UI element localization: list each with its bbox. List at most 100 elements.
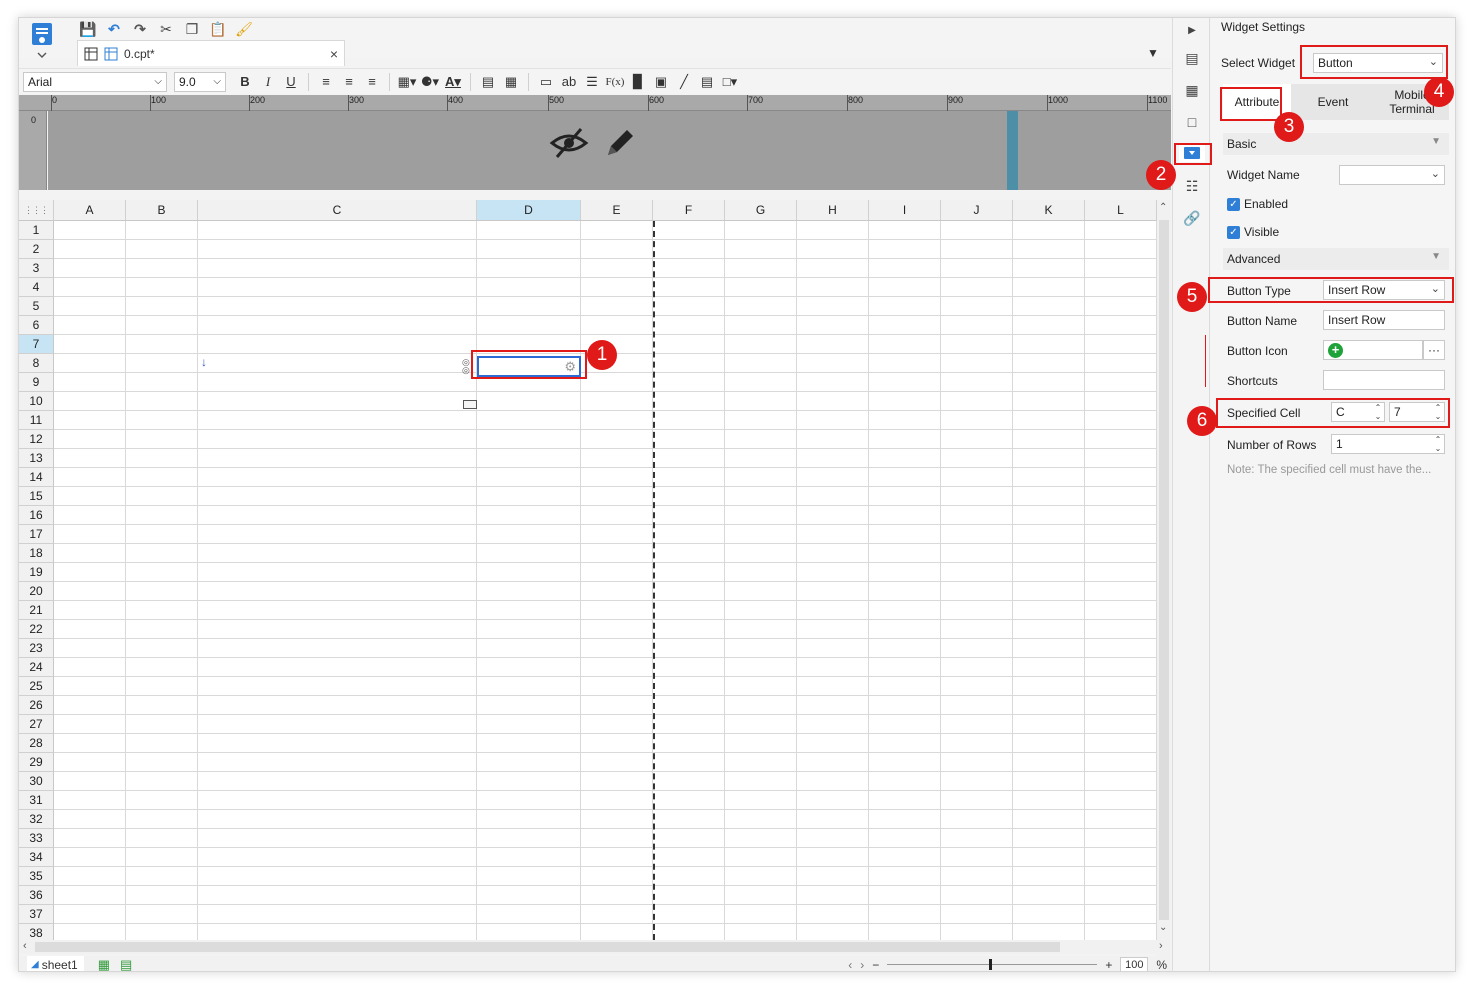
- row-header[interactable]: 3: [19, 259, 54, 278]
- paste-icon[interactable]: 📋: [207, 20, 229, 38]
- spreadsheet-grid[interactable]: ⋮⋮⋮ A B C D E F G H I J K L 1 2 3 4 5 6 7 8 9 10 11 12 13 14 15 16 1…: [19, 200, 1157, 940]
- zoom-out-button[interactable]: −: [872, 958, 879, 972]
- sheet-tab[interactable]: ◢ sheet1: [27, 956, 84, 971]
- unmerge-cells-icon[interactable]: ▦: [501, 72, 521, 92]
- header-boundary-bar[interactable]: [1007, 111, 1018, 190]
- border-icon[interactable]: ▦▾: [397, 72, 417, 92]
- zoom-slider[interactable]: [887, 959, 1098, 970]
- row-header[interactable]: 23: [19, 639, 54, 658]
- cut-icon[interactable]: ✂: [155, 20, 177, 38]
- number-of-rows-input[interactable]: 1: [1331, 434, 1445, 454]
- float-element-icon[interactable]: □▾: [720, 72, 740, 92]
- column-header[interactable]: J: [941, 200, 1013, 221]
- row-header[interactable]: 2: [19, 240, 54, 259]
- row-header[interactable]: 32: [19, 810, 54, 829]
- zoom-in-button[interactable]: +: [1105, 958, 1112, 972]
- row-header[interactable]: 1: [19, 221, 54, 240]
- redo-icon[interactable]: ↷: [129, 20, 151, 38]
- scroll-right-icon[interactable]: ›: [1159, 940, 1163, 952]
- rows-stepper[interactable]: ⌃ ⌄: [1433, 434, 1443, 454]
- row-header[interactable]: 17: [19, 525, 54, 544]
- row-header[interactable]: 9: [19, 373, 54, 392]
- format-painter-icon[interactable]: 🖌: [233, 20, 255, 38]
- basic-section-header[interactable]: Basic ▼: [1223, 133, 1449, 155]
- expand-panel-icon[interactable]: ▶: [1182, 20, 1202, 40]
- row-header[interactable]: 25: [19, 677, 54, 696]
- column-header[interactable]: F: [653, 200, 725, 221]
- text-tool-button[interactable]: ab: [559, 72, 579, 92]
- row-header[interactable]: 33: [19, 829, 54, 848]
- widget-name-dropdown[interactable]: ⌄: [1339, 165, 1445, 185]
- app-logo-icon[interactable]: [29, 21, 55, 61]
- scroll-left-icon[interactable]: ‹: [23, 940, 27, 952]
- tab-list-icon[interactable]: ▼: [1147, 46, 1159, 60]
- column-header[interactable]: I: [869, 200, 941, 221]
- bold-button[interactable]: B: [235, 72, 255, 92]
- hyperlink-icon[interactable]: 🔗: [1182, 208, 1202, 228]
- row-header[interactable]: 24: [19, 658, 54, 677]
- grid-view-icon[interactable]: [84, 47, 98, 61]
- subreport-icon[interactable]: ▤: [697, 72, 717, 92]
- row-header[interactable]: 19: [19, 563, 54, 582]
- slash-icon[interactable]: ╱: [674, 72, 694, 92]
- add-sheet-icon[interactable]: ▦: [98, 957, 110, 972]
- row-header[interactable]: 6: [19, 316, 54, 335]
- vertical-scroll-thumb[interactable]: [1159, 220, 1169, 920]
- eye-hidden-icon[interactable]: [549, 125, 589, 161]
- row-header[interactable]: 10: [19, 392, 54, 411]
- column-header[interactable]: A: [54, 200, 126, 221]
- button-icon-more-button[interactable]: ···: [1423, 340, 1445, 360]
- row-header[interactable]: 8: [19, 354, 54, 373]
- align-right-icon[interactable]: ≡: [362, 72, 382, 92]
- copy-icon[interactable]: ❐: [181, 20, 203, 38]
- merge-cells-icon[interactable]: ▤: [478, 72, 498, 92]
- shortcuts-input[interactable]: [1323, 370, 1445, 390]
- cell-attribute-icon[interactable]: ▦: [1182, 80, 1202, 100]
- page-next-icon[interactable]: ›: [860, 958, 864, 972]
- image-icon[interactable]: ▣: [651, 72, 671, 92]
- row-header[interactable]: 26: [19, 696, 54, 715]
- underline-button[interactable]: U: [281, 72, 301, 92]
- font-size-select[interactable]: 9.0 ⌵: [174, 71, 226, 92]
- row-header[interactable]: 35: [19, 867, 54, 886]
- column-header[interactable]: L: [1085, 200, 1157, 221]
- enabled-checkbox[interactable]: ✓ Enabled: [1227, 197, 1288, 211]
- row-header[interactable]: 22: [19, 620, 54, 639]
- fill-color-icon[interactable]: ⚈▾: [420, 72, 440, 92]
- column-header[interactable]: G: [725, 200, 797, 221]
- row-header[interactable]: 16: [19, 506, 54, 525]
- row-header[interactable]: 21: [19, 601, 54, 620]
- column-header[interactable]: C: [198, 200, 477, 221]
- paragraph-icon[interactable]: ☰: [582, 72, 602, 92]
- column-header[interactable]: B: [126, 200, 198, 221]
- document-tab[interactable]: 0.cpt* ×: [77, 40, 345, 66]
- column-header[interactable]: E: [581, 200, 653, 221]
- add-polysheet-icon[interactable]: ▤: [120, 957, 132, 972]
- zoom-slider-handle[interactable]: [989, 959, 993, 970]
- select-all-corner[interactable]: ⋮⋮⋮: [19, 200, 54, 221]
- row-header[interactable]: 7: [19, 335, 54, 354]
- row-header[interactable]: 36: [19, 886, 54, 905]
- condition-attribute-icon[interactable]: ☷: [1182, 176, 1202, 196]
- row-header[interactable]: 4: [19, 278, 54, 297]
- row-header[interactable]: 31: [19, 791, 54, 810]
- row-header[interactable]: 12: [19, 430, 54, 449]
- row-header[interactable]: 29: [19, 753, 54, 772]
- horizontal-scrollbar[interactable]: ‹ ›: [19, 940, 1171, 954]
- horizontal-scroll-thumb[interactable]: [35, 942, 1060, 952]
- advanced-section-header[interactable]: Advanced ▼: [1223, 248, 1449, 270]
- chart-icon[interactable]: ▉: [628, 72, 648, 92]
- row-header[interactable]: 13: [19, 449, 54, 468]
- row-header[interactable]: 28: [19, 734, 54, 753]
- row-header[interactable]: 18: [19, 544, 54, 563]
- visible-checkbox[interactable]: ✓ Visible: [1227, 225, 1279, 239]
- row-header[interactable]: 20: [19, 582, 54, 601]
- tab-event[interactable]: Event: [1291, 84, 1375, 120]
- row-header[interactable]: 38: [19, 924, 54, 940]
- row-header[interactable]: 30: [19, 772, 54, 791]
- pencil-icon[interactable]: [602, 125, 638, 161]
- button-name-input[interactable]: Insert Row: [1323, 310, 1445, 330]
- row-header[interactable]: 15: [19, 487, 54, 506]
- row-header[interactable]: 27: [19, 715, 54, 734]
- font-color-icon[interactable]: A▾: [443, 72, 463, 92]
